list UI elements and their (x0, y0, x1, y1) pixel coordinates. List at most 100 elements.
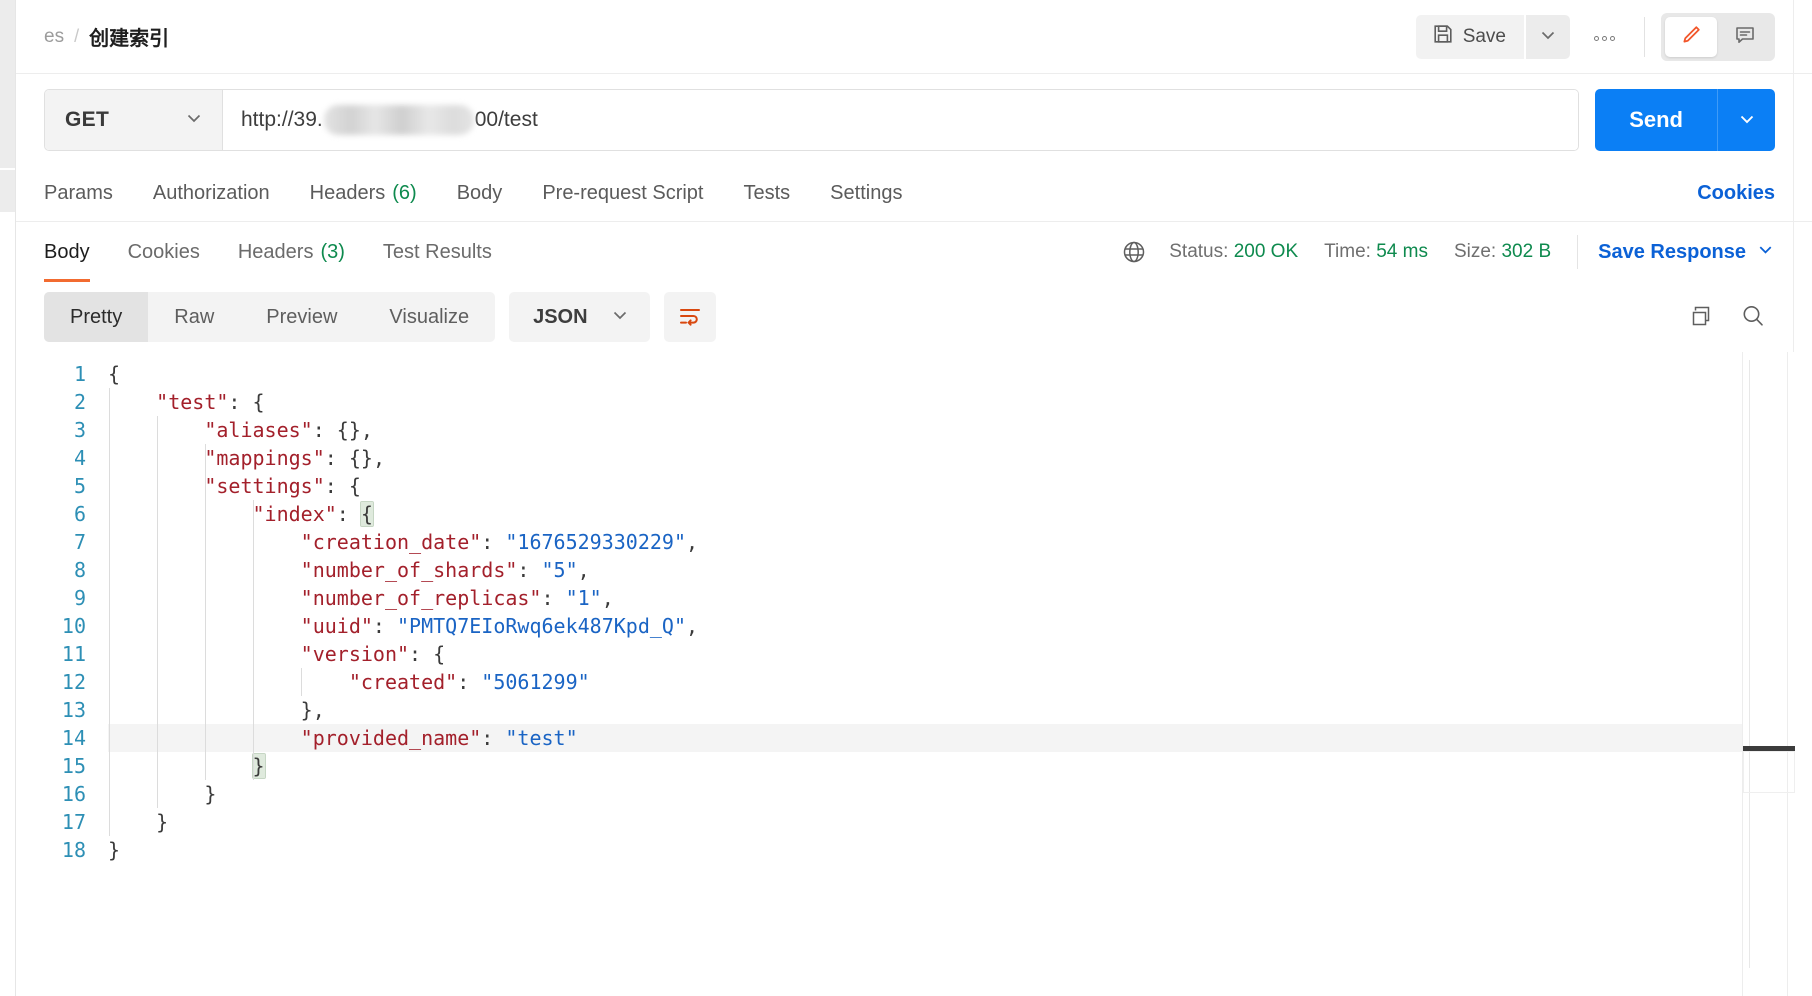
url-prefix: http://39. (241, 108, 323, 131)
copy-icon (1688, 303, 1714, 332)
code-line[interactable]: "creation_date": "1676529330229", (108, 528, 1742, 556)
page-title[interactable]: 创建索引 (89, 22, 169, 51)
breadcrumb-collection[interactable]: es (44, 26, 64, 48)
code-scroll-region[interactable]: 1 2 3 4 5 6 7 8 9 10 11 12 13 14 15 16 17 18 { "test": { … (16, 352, 1812, 996)
tab-pre-request-script-label: Pre-request Script (542, 182, 704, 204)
code-content[interactable]: { "test": { "aliases": {}, "mappings": {… (16, 352, 1812, 996)
tab-headers[interactable]: Headers (6) (310, 182, 417, 205)
code-line[interactable]: "version": { (108, 640, 1742, 668)
code-token: : (409, 642, 434, 666)
response-tab-headers-count: (3) (320, 240, 345, 263)
format-select-value: JSON (533, 305, 588, 328)
chevron-down-icon (1756, 240, 1775, 265)
response-tab-headers-label: Headers (237, 240, 314, 263)
response-tabs-right-divider (1793, 222, 1794, 282)
comment-button[interactable] (1719, 17, 1771, 57)
code-line[interactable]: "test": { (108, 388, 1742, 416)
code-line[interactable]: "aliases": {}, (108, 416, 1742, 444)
scrollbar-track[interactable] (1787, 352, 1788, 996)
tab-tests[interactable]: Tests (743, 182, 790, 205)
wrap-lines-button[interactable] (663, 292, 716, 342)
minimap-viewport[interactable] (1743, 751, 1795, 793)
floppy-disk-icon (1432, 23, 1454, 51)
indent-guide (157, 416, 159, 808)
save-button[interactable]: Save (1415, 14, 1524, 59)
code-line[interactable]: } (108, 836, 1742, 864)
code-line[interactable]: } (108, 752, 1742, 780)
response-body-editor[interactable]: 1 2 3 4 5 6 7 8 9 10 11 12 13 14 15 16 17 18 { "test": { … (16, 352, 1812, 996)
sidebar-panel-lower (0, 170, 15, 212)
format-select[interactable]: JSON (509, 292, 650, 342)
tab-pre-request-script[interactable]: Pre-request Script (542, 182, 703, 205)
line-number: 13 (61, 698, 86, 722)
code-token: : (336, 502, 361, 526)
code-token: : (517, 558, 542, 582)
code-line[interactable]: { (108, 360, 1742, 388)
code-token: : (541, 586, 566, 610)
view-mode-preview[interactable]: Preview (240, 292, 363, 342)
code-line[interactable]: "provided_name": "test" (16, 724, 1812, 752)
response-meta-divider (1577, 235, 1579, 269)
code-token: "created" (348, 670, 458, 694)
line-number: 2 (73, 390, 86, 414)
breadcrumb: es / 创建索引 (44, 22, 169, 51)
code-line[interactable]: "created": "5061299" (108, 668, 1742, 696)
search-button[interactable] (1727, 292, 1779, 342)
editor-scrollbar[interactable] (1742, 352, 1812, 996)
response-tab-headers[interactable]: Headers (3) (238, 222, 345, 282)
code-line[interactable]: }, (108, 696, 1742, 724)
cookies-link[interactable]: Cookies (1697, 182, 1775, 205)
view-mode-visualize[interactable]: Visualize (363, 292, 495, 342)
copy-button[interactable] (1675, 292, 1727, 342)
save-response-button[interactable]: Save Response (1598, 240, 1775, 265)
code-line[interactable]: "uuid": "PMTQ7EIoRwq6ek487Kpd_Q", (108, 612, 1742, 640)
code-line[interactable]: } (108, 808, 1742, 836)
code-line[interactable]: } (108, 780, 1742, 808)
response-tab-test-results[interactable]: Test Results (383, 222, 492, 282)
view-toggle-group (1661, 12, 1775, 61)
save-button-label: Save (1462, 25, 1506, 47)
status-label: Status: (1169, 241, 1229, 262)
view-mode-pretty[interactable]: Pretty (44, 292, 149, 342)
header-divider (1644, 16, 1645, 57)
tab-params-label: Params (44, 182, 113, 204)
size-label: Size: (1453, 241, 1497, 262)
line-number: 4 (73, 446, 86, 470)
code-line[interactable]: "number_of_replicas": "1", (108, 584, 1742, 612)
format-toolbar-right-divider (1793, 282, 1794, 352)
code-line[interactable]: "index": { (108, 500, 1742, 528)
send-button[interactable]: Send (1595, 89, 1717, 151)
code-line[interactable]: "settings": { (108, 472, 1742, 500)
line-number-gutter: 1 2 3 4 5 6 7 8 9 10 11 12 13 14 15 16 17 18 (16, 352, 108, 996)
code-line[interactable]: "number_of_shards": "5", (108, 556, 1742, 584)
status-badge: Status: 200 OK (1169, 241, 1298, 263)
http-method-select[interactable]: GET (45, 90, 223, 150)
sidebar-panel-upper (0, 0, 15, 168)
time-value: 54 ms (1376, 241, 1428, 262)
response-tab-body[interactable]: Body (44, 222, 90, 282)
code-token: "5" (541, 558, 578, 582)
line-number: 3 (73, 418, 86, 442)
code-token: "aliases" (204, 418, 313, 442)
response-tab-cookies[interactable]: Cookies (128, 222, 200, 282)
url-bar: GET http://39. 00/test Send (16, 74, 1812, 166)
view-mode-raw[interactable]: Raw (148, 292, 240, 342)
code-token: { (433, 642, 446, 666)
send-dropdown-button[interactable] (1717, 89, 1775, 151)
save-response-label: Save Response (1598, 240, 1746, 263)
line-number: 12 (61, 670, 86, 694)
tab-body[interactable]: Body (457, 182, 503, 205)
url-input[interactable]: http://39. 00/test (223, 90, 1579, 150)
save-dropdown-button[interactable] (1526, 14, 1570, 59)
response-tab-test-results-label: Test Results (382, 240, 492, 263)
tab-params[interactable]: Params (44, 182, 113, 205)
code-token: , (312, 698, 325, 722)
code-line[interactable]: "mappings": {}, (108, 444, 1742, 472)
edit-mode-button[interactable] (1665, 16, 1717, 57)
tab-settings[interactable]: Settings (830, 182, 902, 205)
tab-authorization[interactable]: Authorization (153, 182, 270, 205)
save-button-group: Save (1415, 14, 1570, 59)
more-actions-button[interactable] (1580, 15, 1628, 59)
